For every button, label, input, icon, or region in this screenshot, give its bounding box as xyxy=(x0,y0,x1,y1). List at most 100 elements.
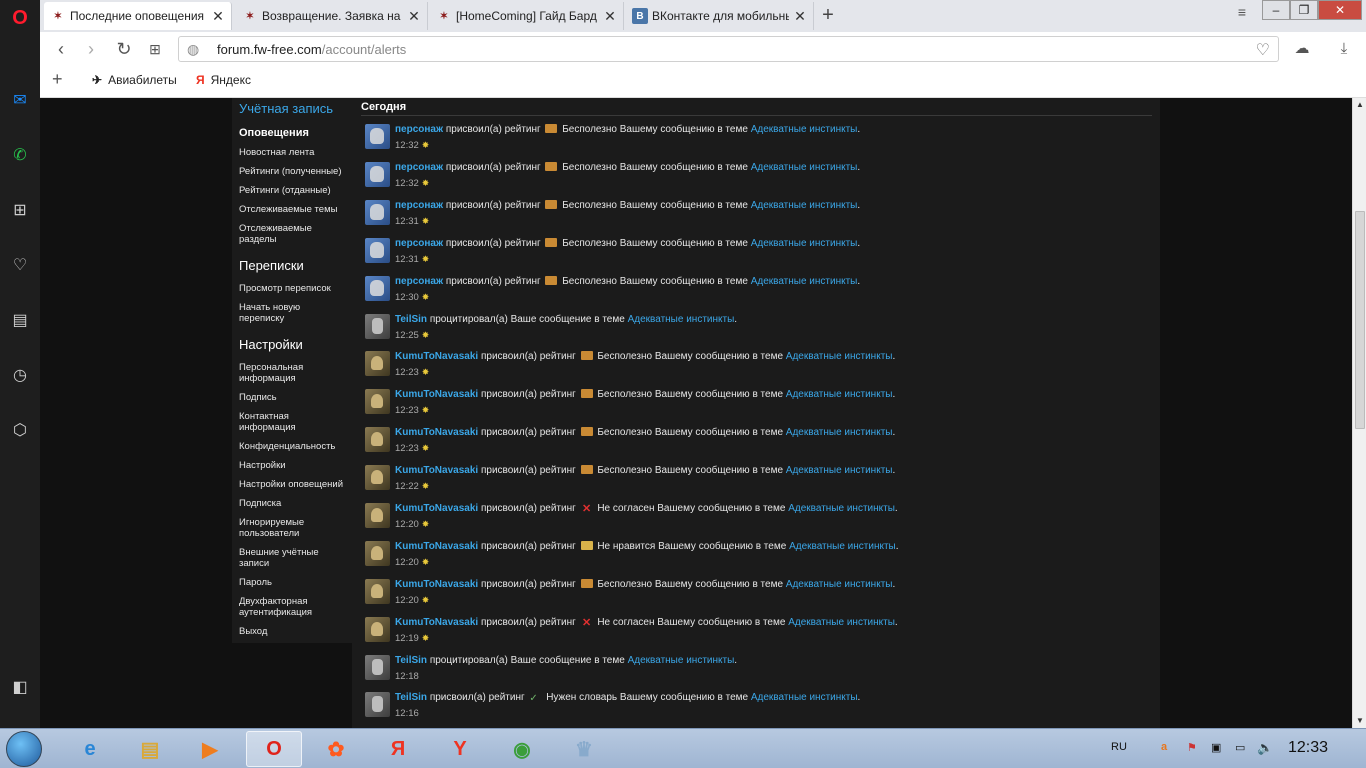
alert-username[interactable]: персонаж xyxy=(395,162,443,173)
volume-icon[interactable]: 🔈 xyxy=(1257,740,1273,756)
heart-icon[interactable]: ♡ xyxy=(8,253,32,277)
star-icon[interactable]: ✸ xyxy=(422,633,430,643)
media-player-icon[interactable]: ▶ xyxy=(182,731,238,767)
alert-username[interactable]: персонаж xyxy=(395,276,443,287)
alert-thread-link[interactable]: Адекватные инстинкты xyxy=(628,314,735,325)
alert-thread-link[interactable]: Адекватные инстинкты xyxy=(751,692,858,703)
avatar[interactable] xyxy=(365,389,390,414)
star-icon[interactable]: ✸ xyxy=(422,140,430,150)
avatar[interactable] xyxy=(365,124,390,149)
avatar[interactable] xyxy=(365,427,390,452)
alert-username[interactable]: KumuToNavasaki xyxy=(395,503,478,514)
avatar[interactable] xyxy=(365,655,390,680)
star-icon[interactable]: ✸ xyxy=(422,178,430,188)
nav-two-step[interactable]: Двухфакторная аутентификация xyxy=(239,596,319,618)
whatsapp-icon[interactable]: ✆ xyxy=(8,143,32,167)
language-indicator[interactable]: RU xyxy=(1111,741,1127,753)
avatar[interactable] xyxy=(365,351,390,376)
extensions-icon[interactable]: ⬡ xyxy=(8,418,32,442)
avatar[interactable] xyxy=(365,692,390,717)
back-icon[interactable]: ‹ xyxy=(50,38,72,60)
nav-alerts[interactable]: Оповещения xyxy=(239,127,309,139)
alert-username[interactable]: персонаж xyxy=(395,124,443,135)
avatar[interactable] xyxy=(365,162,390,187)
alert-thread-link[interactable]: Адекватные инстинкты xyxy=(786,427,893,438)
add-bookmark-icon[interactable]: + xyxy=(52,69,63,90)
yandex-browser-icon[interactable]: Y xyxy=(432,731,488,767)
bookmark-yandex[interactable]: Я Яндекс xyxy=(196,73,251,87)
start-button[interactable] xyxy=(6,731,42,767)
avatar[interactable] xyxy=(365,200,390,225)
minimize-button[interactable]: – xyxy=(1262,0,1290,20)
clock[interactable]: 12:33 xyxy=(1288,739,1328,757)
close-icon[interactable]: ✕ xyxy=(603,8,617,25)
alert-thread-link[interactable]: Адекватные инстинкты xyxy=(751,162,858,173)
star-icon[interactable]: ✸ xyxy=(422,216,430,226)
star-icon[interactable]: ✸ xyxy=(422,557,430,567)
avatar[interactable] xyxy=(365,314,390,339)
star-icon[interactable]: ✸ xyxy=(422,519,430,529)
tab-guide[interactable]: ✶ [HomeComing] Гайд Бард С ✕ xyxy=(430,2,624,30)
alert-username[interactable]: TeilSin xyxy=(395,314,427,325)
nav-contact-details[interactable]: Контактная информация xyxy=(239,411,319,433)
forward-icon[interactable]: › xyxy=(80,38,102,60)
alert-thread-link[interactable]: Адекватные инстинкты xyxy=(786,351,893,362)
bookmark-aviabilety[interactable]: ✈ Авиабилеты xyxy=(92,73,177,87)
alert-thread-link[interactable]: Адекватные инстинкты xyxy=(628,655,735,666)
alert-thread-link[interactable]: Адекватные инстинкты xyxy=(788,503,895,514)
alert-thread-link[interactable]: Адекватные инстинкты xyxy=(788,617,895,628)
avatar[interactable] xyxy=(365,503,390,528)
nav-personal-details[interactable]: Персональная информация xyxy=(239,362,319,384)
alert-username[interactable]: KumuToNavasaki xyxy=(395,389,478,400)
alert-username[interactable]: KumuToNavasaki xyxy=(395,427,478,438)
new-tab-icon[interactable]: + xyxy=(817,4,839,26)
tab-alerts[interactable]: ✶ Последние оповещения | FW-Free ✕ xyxy=(44,2,232,30)
yandex-app-icon[interactable]: Я xyxy=(370,731,426,767)
sidebar-toggle-icon[interactable]: ◧ xyxy=(8,675,32,699)
app-icon[interactable]: ✿ xyxy=(308,731,364,767)
alert-username[interactable]: TeilSin xyxy=(395,692,427,703)
alert-username[interactable]: KumuToNavasaki xyxy=(395,351,478,362)
alert-username[interactable]: KumuToNavasaki xyxy=(395,617,478,628)
page-scrollbar[interactable]: ▲ ▼ xyxy=(1352,98,1366,728)
avatar[interactable] xyxy=(365,465,390,490)
avatar[interactable] xyxy=(365,617,390,642)
speed-dial-grid-icon[interactable]: ⊞ xyxy=(144,38,166,60)
avatar[interactable] xyxy=(365,579,390,604)
star-icon[interactable]: ✸ xyxy=(422,292,430,302)
star-icon[interactable]: ✸ xyxy=(422,330,430,340)
file-explorer-icon[interactable]: ▤ xyxy=(122,731,178,767)
alert-thread-link[interactable]: Адекватные инстинкты xyxy=(751,238,858,249)
tab-menu-icon[interactable]: ≡ xyxy=(1232,4,1252,20)
nav-ignored-users[interactable]: Игнорируемые пользователи xyxy=(239,517,319,539)
url-input[interactable]: ◍ forum.fw-free.com/account/alerts ♡ xyxy=(178,36,1279,62)
close-icon[interactable]: ✕ xyxy=(211,8,225,25)
close-icon[interactable]: ✕ xyxy=(407,8,421,25)
alert-username[interactable]: персонаж xyxy=(395,200,443,211)
nav-watched-forums[interactable]: Отслеживаемые разделы xyxy=(239,223,327,245)
alert-thread-link[interactable]: Адекватные инстинкты xyxy=(789,541,896,552)
avatar[interactable] xyxy=(365,238,390,263)
network-icon[interactable]: ⚑ xyxy=(1187,741,1197,754)
star-icon[interactable]: ✸ xyxy=(422,481,430,491)
alert-thread-link[interactable]: Адекватные инстинкты xyxy=(751,200,858,211)
alert-username[interactable]: персонаж xyxy=(395,238,443,249)
nav-external-accounts[interactable]: Внешние учётные записи xyxy=(239,547,325,569)
alert-thread-link[interactable]: Адекватные инстинкты xyxy=(786,579,893,590)
history-icon[interactable]: ◷ xyxy=(8,363,32,387)
opera-menu-icon[interactable]: O xyxy=(8,6,32,30)
messenger-icon[interactable]: ✉ xyxy=(8,88,32,112)
alert-username[interactable]: TeilSin xyxy=(395,655,427,666)
star-icon[interactable]: ✸ xyxy=(422,405,430,415)
opera-taskbar-icon[interactable]: O xyxy=(246,731,302,767)
close-window-button[interactable]: ✕ xyxy=(1318,0,1362,20)
account-heading[interactable]: Учётная запись xyxy=(239,101,333,116)
vpn-icon[interactable]: ☁ xyxy=(1291,38,1313,60)
alert-username[interactable]: KumuToNavasaki xyxy=(395,541,478,552)
alert-thread-link[interactable]: Адекватные инстинкты xyxy=(751,276,858,287)
device-icon[interactable]: ▣ xyxy=(1211,741,1221,754)
tray-app-icon[interactable]: a xyxy=(1161,741,1167,753)
avatar[interactable] xyxy=(365,276,390,301)
alert-thread-link[interactable]: Адекватные инстинкты xyxy=(786,389,893,400)
star-icon[interactable]: ✸ xyxy=(422,254,430,264)
